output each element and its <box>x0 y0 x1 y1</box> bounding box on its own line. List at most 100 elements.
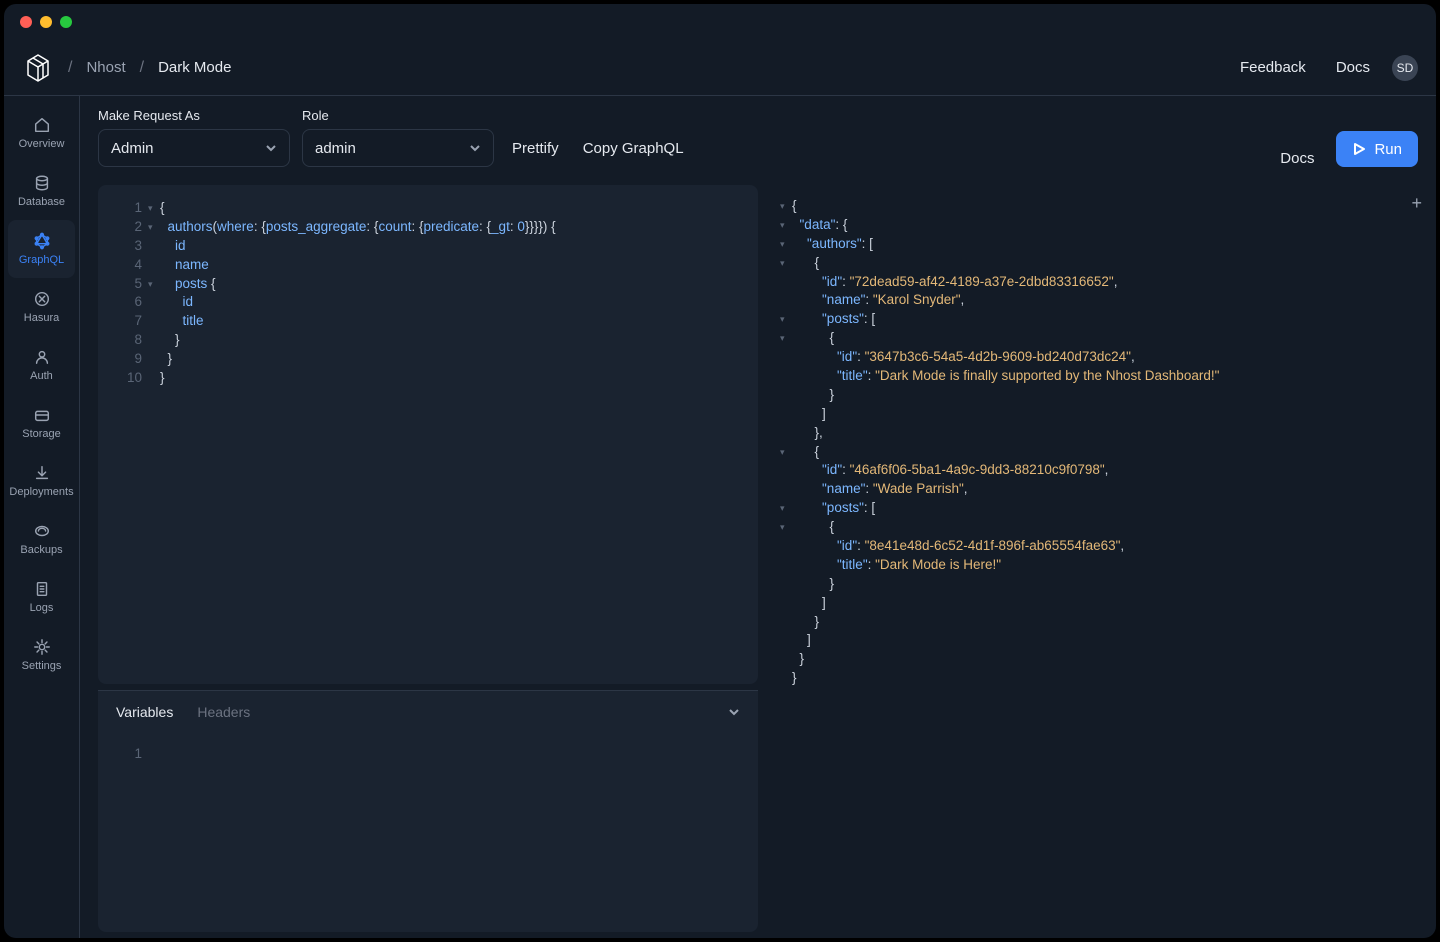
maximize-window-icon[interactable] <box>60 16 72 28</box>
sidebar-item-label: Deployments <box>9 486 73 498</box>
fold-icon[interactable]: ▾ <box>780 446 788 459</box>
fold-icon[interactable]: ▾ <box>780 521 788 534</box>
sidebar-item-database[interactable]: Database <box>4 162 79 220</box>
code-line: 5▾ posts { <box>114 275 742 294</box>
variables-tab[interactable]: Variables <box>116 704 173 720</box>
sidebar-item-graphql[interactable]: GraphQL <box>8 220 75 278</box>
code-line: "id": "3647b3c6-54a5-4d2b-9609-bd240d73d… <box>780 348 1412 367</box>
role-label: Role <box>302 108 494 123</box>
code-line: "id": "72dead59-af42-4189-a37e-2dbd83316… <box>780 273 1412 292</box>
minimize-window-icon[interactable] <box>40 16 52 28</box>
graphql-icon <box>33 232 51 250</box>
code-line: ▾ "authors": [ <box>780 235 1412 254</box>
docs-explorer-link[interactable]: Docs <box>1280 150 1314 167</box>
line-number: 2 <box>114 218 142 237</box>
code-line: ▾ { <box>780 329 1412 348</box>
fold-icon[interactable]: ▾ <box>780 219 788 232</box>
role-select[interactable]: admin <box>302 129 494 167</box>
make-request-as-select[interactable]: Admin <box>98 129 290 167</box>
fold-icon[interactable]: ▾ <box>148 221 156 234</box>
code-line: } <box>780 650 1412 669</box>
line-number: 8 <box>114 331 142 350</box>
chevron-down-icon[interactable] <box>728 706 740 718</box>
line-number: 3 <box>114 237 142 256</box>
database-icon <box>33 174 51 192</box>
code-line: 1▾{ <box>114 199 742 218</box>
code-line: ] <box>780 405 1412 424</box>
code-line: ▾ "posts": [ <box>780 499 1412 518</box>
sidebar-item-overview[interactable]: Overview <box>4 104 79 162</box>
code-line: } <box>780 386 1412 405</box>
code-line: "title": "Dark Mode is finally supported… <box>780 367 1412 386</box>
variables-editor[interactable]: 1 <box>98 732 758 932</box>
sidebar: Overview Database GraphQL Hasura Auth Storage… <box>4 96 80 938</box>
code-line: ▾{ <box>780 197 1412 216</box>
breadcrumb-project[interactable]: Dark Mode <box>158 59 231 76</box>
prettify-button[interactable]: Prettify <box>506 129 565 167</box>
sidebar-item-hasura[interactable]: Hasura <box>4 278 79 336</box>
sidebar-item-label: Overview <box>19 138 65 150</box>
code-line: ▾ { <box>780 254 1412 273</box>
close-window-icon[interactable] <box>20 16 32 28</box>
window-titlebar <box>4 4 1436 40</box>
breadcrumb-sep: / <box>68 59 72 77</box>
line-number: 9 <box>114 350 142 369</box>
make-request-as-label: Make Request As <box>98 108 290 123</box>
fold-icon[interactable]: ▾ <box>148 278 156 291</box>
line-number: 4 <box>114 256 142 275</box>
storage-icon <box>33 406 51 424</box>
fold-icon[interactable]: ▾ <box>780 313 788 326</box>
headers-tab[interactable]: Headers <box>197 704 250 720</box>
feedback-link[interactable]: Feedback <box>1240 59 1306 76</box>
nhost-logo-icon[interactable] <box>22 52 54 84</box>
code-line: ▾ { <box>780 518 1412 537</box>
deployments-icon <box>33 464 51 482</box>
line-number: 1 <box>114 199 142 218</box>
docs-link[interactable]: Docs <box>1336 59 1370 76</box>
fold-icon[interactable]: ▾ <box>780 257 788 270</box>
sidebar-item-settings[interactable]: Settings <box>4 626 79 684</box>
code-line: "name": "Wade Parrish", <box>780 480 1412 499</box>
fold-icon[interactable]: ▾ <box>780 332 788 345</box>
sidebar-item-label: Storage <box>22 428 61 440</box>
breadcrumb-org[interactable]: Nhost <box>86 59 125 76</box>
add-tab-icon[interactable]: + <box>1411 191 1422 216</box>
code-line: "id": "8e41e48d-6c52-4d1f-896f-ab65554fa… <box>780 537 1412 556</box>
code-line: 6 id <box>114 293 742 312</box>
sidebar-item-deployments[interactable]: Deployments <box>4 452 79 510</box>
code-line: } <box>780 575 1412 594</box>
overview-icon <box>33 116 51 134</box>
role-value: admin <box>315 140 356 157</box>
fold-icon[interactable]: ▾ <box>148 202 156 215</box>
app-frame: / Nhost / Dark Mode Feedback Docs SD Ove… <box>4 4 1436 938</box>
variables-header: Variables Headers <box>98 690 758 732</box>
copy-graphql-button[interactable]: Copy GraphQL <box>577 129 690 167</box>
sidebar-item-storage[interactable]: Storage <box>4 394 79 452</box>
sidebar-item-auth[interactable]: Auth <box>4 336 79 394</box>
code-line: ] <box>780 594 1412 613</box>
run-button[interactable]: Run <box>1336 131 1418 167</box>
query-editor[interactable]: 1▾{2▾ authors(where: {posts_aggregate: {… <box>98 185 758 684</box>
sidebar-item-logs[interactable]: Logs <box>4 568 79 626</box>
auth-icon <box>33 348 51 366</box>
graphql-toolbar: Make Request As Admin Role admin Prettif… <box>80 96 1436 179</box>
fold-icon[interactable]: ▾ <box>780 200 788 213</box>
sidebar-item-label: Logs <box>30 602 54 614</box>
user-avatar[interactable]: SD <box>1392 55 1418 81</box>
code-line: }, <box>780 424 1412 443</box>
code-line: ] <box>780 631 1412 650</box>
make-request-as-value: Admin <box>111 140 154 157</box>
code-line: } <box>780 613 1412 632</box>
sidebar-item-backups[interactable]: Backups <box>4 510 79 568</box>
line-number: 7 <box>114 312 142 331</box>
sidebar-item-label: GraphQL <box>19 254 64 266</box>
fold-icon[interactable]: ▾ <box>780 238 788 251</box>
response-viewer[interactable]: + ▾{▾ "data": {▾ "authors": [▾ { "id": "… <box>764 179 1436 938</box>
code-line: 4 name <box>114 256 742 275</box>
code-line: "title": "Dark Mode is Here!" <box>780 556 1412 575</box>
sidebar-item-label: Hasura <box>24 312 59 324</box>
fold-icon[interactable]: ▾ <box>780 502 788 515</box>
run-button-label: Run <box>1374 141 1402 158</box>
chevron-down-icon <box>469 142 481 154</box>
code-line: 2▾ authors(where: {posts_aggregate: {cou… <box>114 218 742 237</box>
